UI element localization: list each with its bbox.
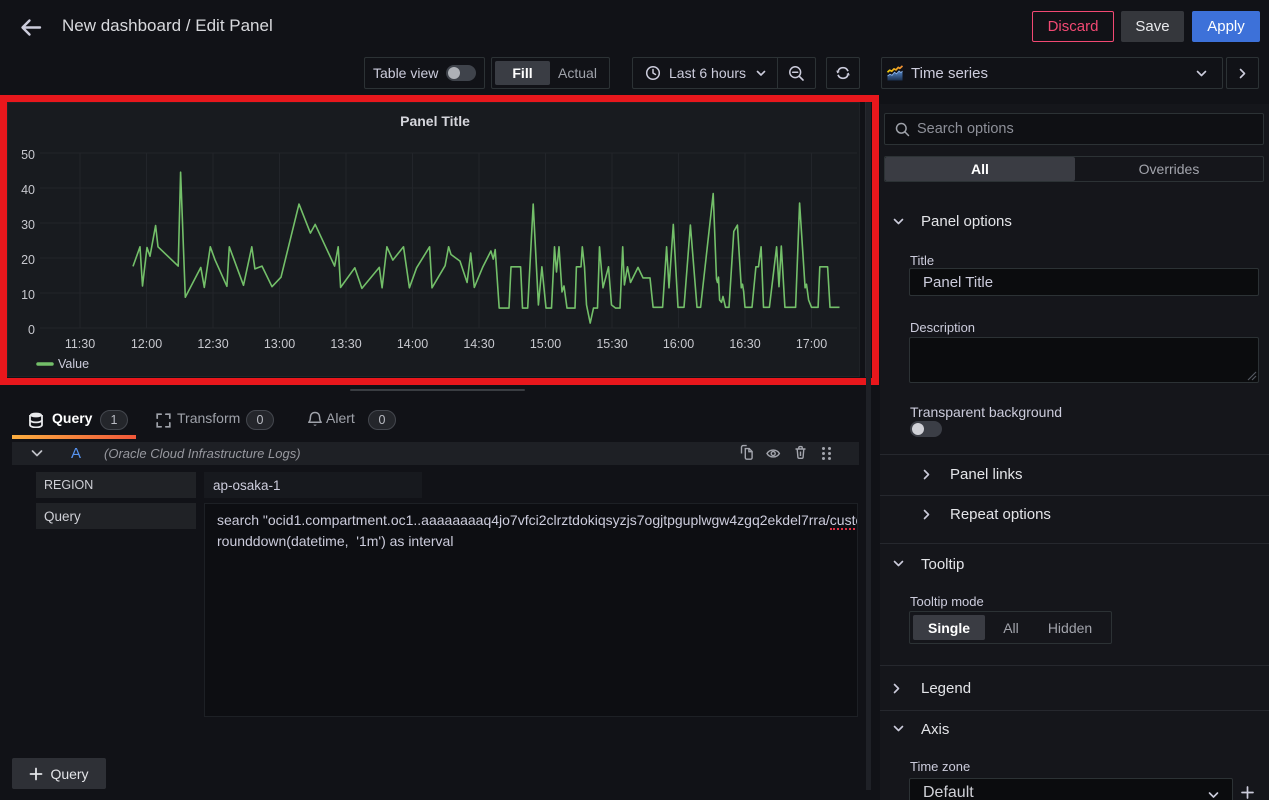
svg-text:12:00: 12:00 [131, 337, 162, 351]
svg-text:15:00: 15:00 [530, 337, 561, 351]
svg-text:16:00: 16:00 [663, 337, 694, 351]
svg-text:15:30: 15:30 [596, 337, 627, 351]
svg-text:16:30: 16:30 [729, 337, 760, 351]
svg-text:12:30: 12:30 [197, 337, 228, 351]
svg-text:Value: Value [58, 357, 89, 371]
svg-text:30: 30 [21, 218, 35, 232]
svg-text:10: 10 [21, 288, 35, 302]
svg-text:Panel Title: Panel Title [400, 113, 470, 129]
svg-text:50: 50 [21, 148, 35, 162]
svg-text:13:00: 13:00 [264, 337, 295, 351]
svg-text:14:30: 14:30 [463, 337, 494, 351]
svg-text:13:30: 13:30 [330, 337, 361, 351]
svg-text:11:30: 11:30 [65, 337, 95, 351]
svg-text:14:00: 14:00 [397, 337, 428, 351]
svg-text:40: 40 [21, 183, 35, 197]
svg-text:0: 0 [28, 323, 35, 337]
svg-text:20: 20 [21, 253, 35, 267]
svg-text:17:00: 17:00 [796, 337, 827, 351]
